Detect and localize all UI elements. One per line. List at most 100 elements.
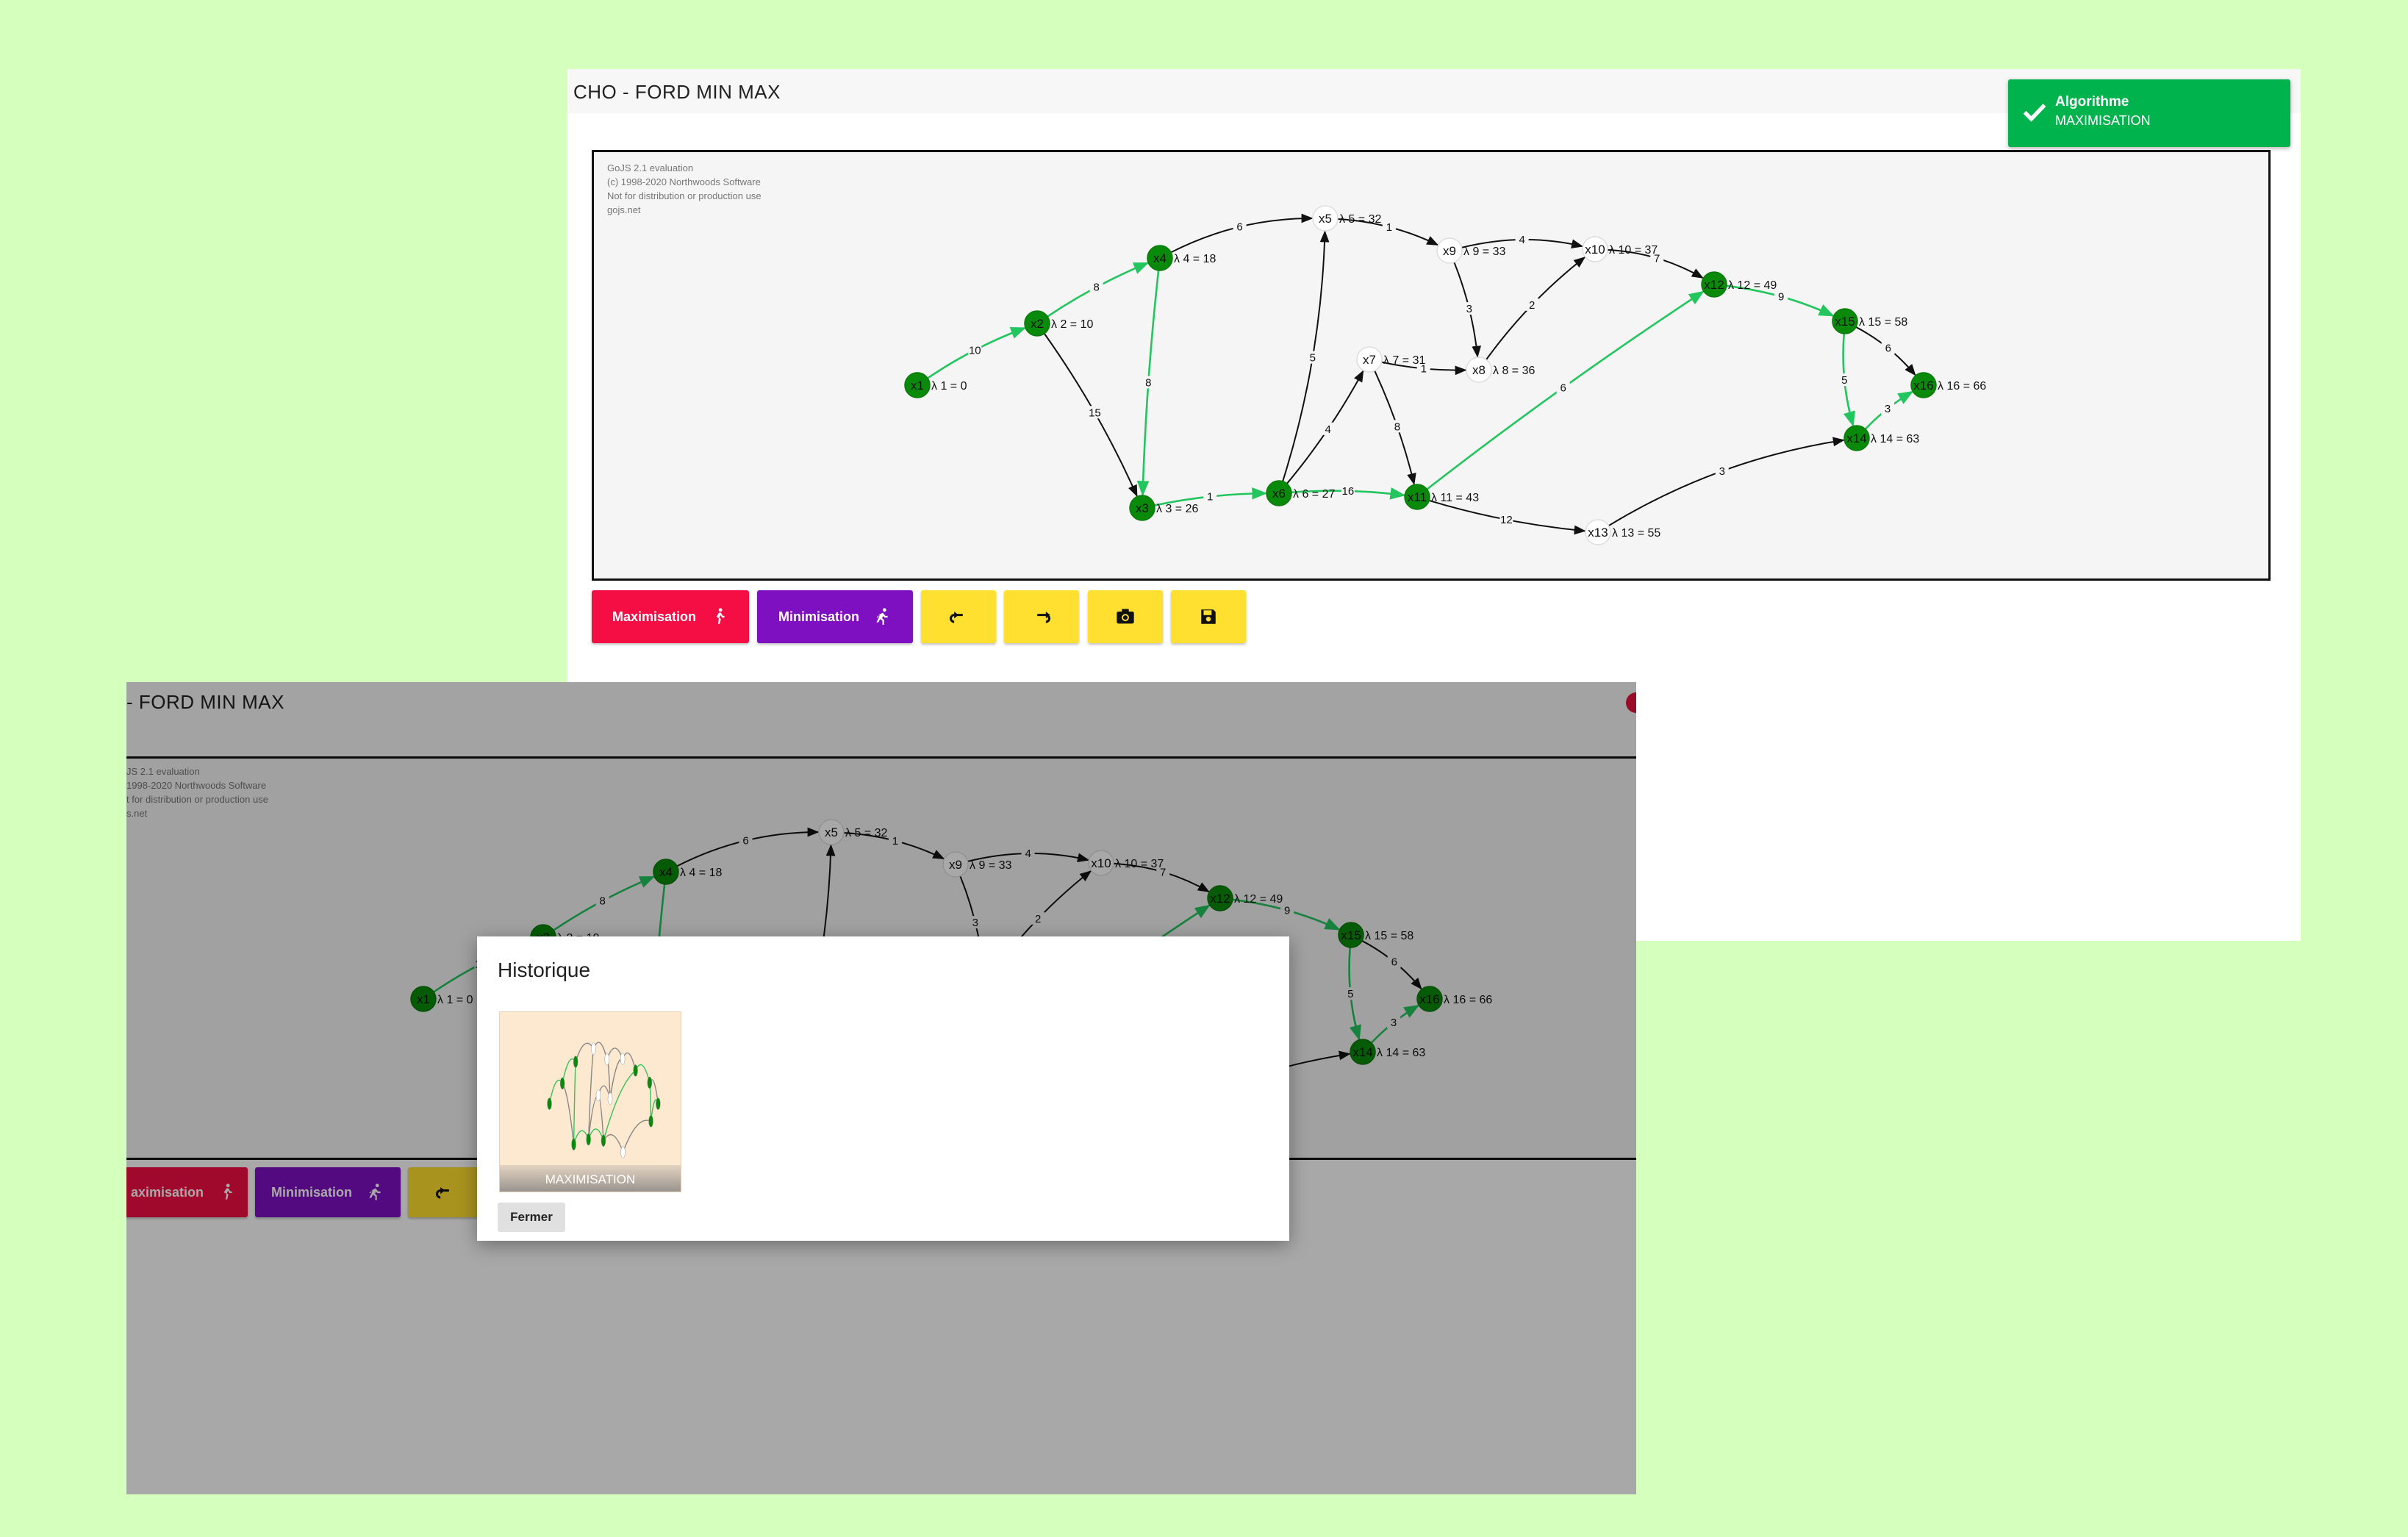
thumb-edge [573, 1061, 576, 1144]
edge-weight: 10 [969, 344, 981, 357]
undo-button[interactable] [921, 590, 996, 643]
thumb-edge [587, 1048, 595, 1140]
minimize-button[interactable]: Minimisation [757, 590, 913, 643]
edge-weight: 5 [1310, 352, 1316, 365]
thumb-node [601, 1134, 606, 1147]
redo-button[interactable] [1004, 590, 1079, 643]
edge-weight: 15 [1089, 406, 1101, 419]
thumb-node [620, 1146, 626, 1158]
edge-weight: 4 [1325, 423, 1330, 436]
node-id: x4 [1153, 251, 1167, 265]
save-button[interactable] [1171, 590, 1246, 643]
node-label: λ 13 = 55 [1612, 527, 1660, 540]
graph-node[interactable]: x4 λ 4 = 18 [1147, 245, 1216, 271]
thumb-node [591, 1042, 596, 1055]
node-label: λ 2 = 10 [1051, 318, 1093, 331]
check-icon [2023, 104, 2046, 122]
app-title: CHO - FORD MIN MAX [573, 81, 781, 103]
thumb-node [656, 1097, 661, 1110]
running-person-icon [876, 608, 888, 625]
thumb-node [607, 1092, 613, 1105]
node-id: x6 [1272, 487, 1286, 501]
node-id: x13 [1588, 526, 1608, 540]
thumb-node [620, 1053, 626, 1065]
edge-weight: 9 [1778, 290, 1784, 303]
graph-node[interactable]: x6 λ 6 = 27 [1266, 480, 1335, 506]
graph-node[interactable]: x2 λ 2 = 10 [1024, 310, 1093, 337]
toolbar: Maximisation Minimisation [592, 590, 1253, 643]
node-label: λ 16 = 66 [1938, 380, 1986, 393]
node-id: x14 [1846, 431, 1866, 445]
dialog-title: Historique [498, 959, 591, 981]
node-label: λ 15 = 58 [1859, 316, 1907, 329]
edge-weight: 8 [1093, 282, 1099, 294]
node-id: x9 [1443, 244, 1456, 258]
thumbnail-caption: MAXIMISATION [500, 1165, 681, 1192]
node-label: λ 11 = 43 [1431, 492, 1479, 504]
running-person-icon [716, 608, 725, 624]
node-label: λ 1 = 0 [931, 380, 967, 393]
edge-weight: 16 [1342, 485, 1355, 498]
thumb-edge [603, 1070, 637, 1141]
graph-node[interactable]: x14 λ 14 = 63 [1843, 425, 1919, 451]
thumb-node [559, 1077, 565, 1090]
thumb-edge [622, 1119, 651, 1153]
toast-notification[interactable]: Algorithme MAXIMISATION [2008, 79, 2290, 147]
node-id: x11 [1408, 490, 1427, 504]
minimize-button-label: Minimisation [778, 609, 859, 624]
thumb-edge [562, 1083, 575, 1144]
graph-node[interactable]: x16 λ 16 = 66 [1910, 372, 1986, 398]
graph-node[interactable]: x1 λ 1 = 0 [904, 372, 967, 398]
toast-title: Algorithme [2055, 94, 2129, 110]
node-label: λ 7 = 31 [1383, 354, 1425, 367]
node-label: λ 6 = 27 [1293, 488, 1335, 501]
node-id: x12 [1704, 278, 1724, 292]
graph-node[interactable]: x13 λ 13 = 55 [1585, 519, 1660, 545]
node-label: λ 5 = 32 [1339, 213, 1381, 226]
node-id: x1 [911, 379, 924, 393]
thumb-node [604, 1053, 609, 1066]
maximize-button[interactable]: Maximisation [592, 590, 749, 643]
graph-edge[interactable] [1608, 437, 1845, 527]
redo-icon [1037, 612, 1050, 623]
edge-weight: 3 [1885, 403, 1891, 415]
node-id: x7 [1363, 353, 1376, 367]
graph-node[interactable]: x5 λ 5 = 32 [1312, 205, 1381, 232]
edge-weight: 4 [1519, 234, 1524, 246]
thumb-node [573, 1056, 578, 1068]
graph-canvas: 108158615416118432761293653x1λ 1 = 0x2λ … [904, 205, 1986, 545]
node-id: x15 [1835, 315, 1855, 329]
graph-node[interactable]: x10 λ 10 = 37 [1582, 236, 1658, 262]
edge-weight: 6 [1236, 221, 1242, 234]
node-id: x10 [1585, 243, 1605, 257]
history-dialog: Historique MAXIMISATION Fermer [477, 936, 1289, 1241]
edge-weight: 6 [1885, 343, 1891, 355]
edge-weight: 12 [1500, 514, 1513, 526]
graph-node[interactable]: x15 λ 15 = 58 [1832, 308, 1907, 334]
graph-node[interactable]: x11 λ 11 = 43 [1404, 484, 1479, 510]
edge-weight: 6 [1560, 381, 1566, 394]
thumb-edge [603, 1133, 624, 1153]
undo-icon [950, 612, 963, 623]
thumb-node [595, 1089, 601, 1102]
edge-weight: 3 [1466, 303, 1472, 315]
thumb-node [547, 1097, 552, 1110]
edge-weight: 1 [1386, 221, 1392, 234]
screenshot-button[interactable] [1088, 590, 1163, 643]
close-button[interactable]: Fermer [498, 1203, 565, 1232]
edge-weight: 3 [1719, 465, 1725, 478]
node-label: λ 14 = 63 [1871, 433, 1919, 445]
node-id: x5 [1319, 212, 1332, 226]
node-id: x8 [1472, 363, 1486, 377]
maximize-button-label: Maximisation [612, 609, 697, 624]
camera-icon [1117, 609, 1134, 624]
graph-node[interactable]: x8 λ 8 = 36 [1466, 357, 1535, 383]
thumb-edge [575, 1042, 595, 1062]
edge-weight: 8 [1394, 420, 1400, 433]
thumb-node [633, 1064, 638, 1077]
node-label: λ 10 = 37 [1609, 244, 1658, 257]
edge-weight: 5 [1841, 374, 1847, 387]
node-id: x16 [1913, 379, 1933, 393]
history-thumbnail[interactable]: MAXIMISATION [499, 1011, 681, 1192]
graph-diagram[interactable]: GoJS 2.1 evaluation (c) 1998-2020 Northw… [592, 150, 2271, 581]
